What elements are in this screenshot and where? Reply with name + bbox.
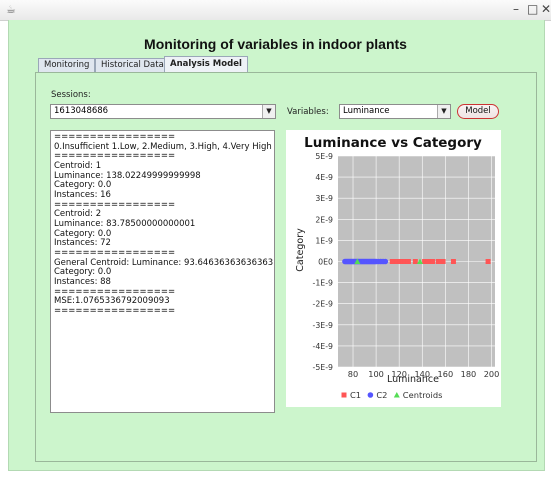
- x-tick-label: 100: [368, 369, 384, 379]
- window-titlebar: ☕ – □ ✕: [0, 0, 551, 21]
- chevron-down-icon[interactable]: ▼: [437, 105, 450, 118]
- x-tick-label: 200: [484, 369, 500, 379]
- scatter-chart: Luminance vs Category 5E-9 4E-9 3E-9 2E-9 1E…: [286, 130, 501, 407]
- legend-label: C2: [376, 390, 387, 400]
- data-point-c1: [440, 259, 446, 264]
- y-tick-label: 0E0: [318, 258, 333, 267]
- y-tick-label: 1E-9: [315, 236, 333, 245]
- y-tick-label: -2E-9: [313, 300, 334, 309]
- legend-marker-c2: [367, 392, 374, 398]
- app-icon: ☕: [6, 3, 16, 16]
- y-tick-label: -4E-9: [313, 342, 334, 351]
- sessions-select[interactable]: 1613048686 ▼: [50, 104, 276, 119]
- sessions-select-value: 1613048686: [54, 106, 109, 116]
- y-tick-label: -1E-9: [313, 279, 334, 288]
- data-point-c2: [382, 258, 389, 265]
- maximize-icon[interactable]: □: [527, 2, 538, 16]
- tab-historical-data[interactable]: Historical Data: [95, 58, 170, 72]
- y-tick-label: 4E-9: [315, 173, 333, 182]
- data-point-c1: [485, 259, 491, 264]
- y-tick-label: 5E-9: [315, 152, 333, 161]
- legend-label: Centroids: [403, 390, 443, 400]
- x-axis-label: Luminance: [387, 374, 439, 385]
- legend-marker-c1: [341, 392, 347, 398]
- variables-label: Variables:: [287, 107, 329, 117]
- variables-select-value: Luminance: [343, 106, 390, 116]
- minimize-icon[interactable]: –: [513, 2, 519, 16]
- page-title: Monitoring of variables in indoor plants: [144, 36, 407, 52]
- data-point-c1: [430, 259, 436, 264]
- y-tick-label: 2E-9: [315, 215, 333, 224]
- tab-analysis-model[interactable]: Analysis Model: [164, 56, 248, 72]
- sessions-label: Sessions:: [51, 90, 91, 100]
- close-icon[interactable]: ✕: [541, 2, 551, 16]
- x-tick-label: 180: [461, 369, 477, 379]
- x-tick-label: 160: [438, 369, 454, 379]
- model-button[interactable]: Model: [457, 104, 499, 119]
- data-point-c1: [450, 259, 456, 264]
- y-tick-label: 3E-9: [315, 194, 333, 203]
- data-point-c1: [412, 259, 418, 264]
- y-tick-label: -5E-9: [313, 363, 334, 372]
- legend-label: C1: [350, 390, 361, 400]
- results-textarea[interactable]: ================= 0.Insufficient 1.Low, 2…: [50, 130, 275, 413]
- data-point-c1: [425, 259, 431, 264]
- tab-monitoring[interactable]: Monitoring: [38, 58, 96, 72]
- x-tick-label: 80: [348, 369, 358, 379]
- variables-select[interactable]: Luminance ▼: [339, 104, 451, 119]
- data-point-c1: [435, 259, 441, 264]
- chevron-down-icon[interactable]: ▼: [262, 105, 275, 118]
- data-point-c1: [405, 259, 411, 264]
- legend-marker-centroids: [393, 392, 400, 398]
- output-line: =================: [54, 305, 176, 316]
- y-tick-label: -3E-9: [313, 321, 334, 330]
- y-axis-label: Category: [295, 228, 306, 272]
- chart-title: Luminance vs Category: [304, 135, 482, 151]
